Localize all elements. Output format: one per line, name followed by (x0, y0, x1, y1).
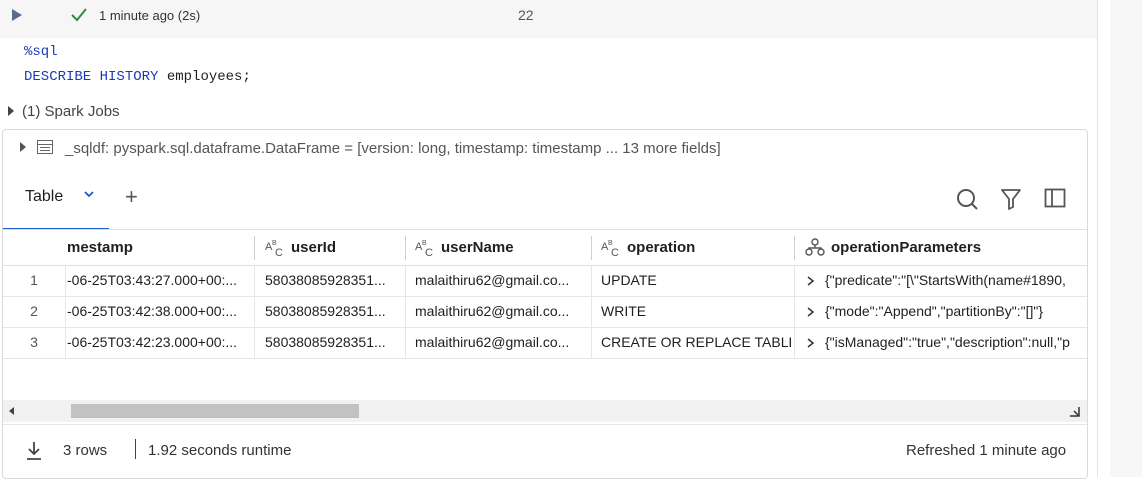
scrollbar-thumb[interactable] (71, 404, 359, 418)
cell-timestamp[interactable]: -06-25T03:43:27.000+00:... (67, 265, 249, 296)
execution-time: 1 minute ago (2s) (99, 8, 201, 23)
string-type-icon: A BC (415, 240, 433, 257)
cell-divider (254, 327, 255, 358)
cell-operationparameters[interactable]: {"mode":"Append","partitionBy":"[]"} (825, 296, 1087, 327)
svg-text:B: B (422, 240, 427, 247)
result-tabs: Table + (3, 170, 1087, 231)
cell-divider (591, 327, 592, 358)
row-number: 1 (30, 272, 38, 288)
cell-divider (794, 296, 795, 327)
footer-divider (135, 439, 136, 459)
cell-operation[interactable]: UPDATE (601, 265, 791, 296)
notebook-right-border (1097, 0, 1098, 477)
cell-divider (591, 296, 592, 327)
caret-right-icon (20, 142, 26, 152)
chevron-down-icon[interactable] (83, 190, 95, 198)
string-type-icon: A BC (601, 240, 619, 257)
resize-handle-icon[interactable] (1067, 404, 1081, 418)
cell-divider (405, 327, 406, 358)
tab-table[interactable]: Table (3, 170, 109, 231)
expand-chevron-icon[interactable] (807, 338, 815, 348)
cell-divider (65, 265, 66, 296)
cell-username[interactable]: malaithiru62@gmail.co... (415, 327, 587, 358)
scroll-left-arrow-icon[interactable] (9, 407, 15, 415)
cell-divider (794, 265, 795, 296)
tab-table-label: Table (25, 188, 64, 205)
column-divider[interactable] (405, 236, 406, 260)
keyword-describe: DESCRIBE (24, 69, 92, 85)
table-row[interactable]: 1 -06-25T03:43:27.000+00:... 58038085928… (3, 265, 1087, 297)
column-header-timestamp[interactable]: mestamp (67, 230, 247, 265)
cell-divider (254, 265, 255, 296)
check-icon (71, 8, 87, 22)
horizontal-scrollbar[interactable] (3, 400, 1087, 422)
filter-icon[interactable] (1000, 187, 1022, 211)
column-header-operation[interactable]: operation (627, 230, 787, 265)
cell-divider (65, 327, 66, 358)
dataframe-table-icon (37, 140, 53, 154)
cell-operationparameters[interactable]: {"isManaged":"true","description":null,"… (825, 327, 1087, 358)
cell-operation[interactable]: WRITE (601, 296, 791, 327)
expand-chevron-icon[interactable] (807, 307, 815, 317)
result-footer: 3 rows 1.92 seconds runtime Refreshed 1 … (3, 424, 1087, 478)
panel-layout-icon[interactable] (1044, 187, 1066, 209)
svg-text:C: C (611, 247, 619, 257)
column-header-operationparameters[interactable]: operationParameters (831, 230, 1087, 265)
svg-text:C: C (275, 247, 283, 257)
cell-username[interactable]: malaithiru62@gmail.co... (415, 265, 587, 296)
refreshed-text: Refreshed 1 minute ago (906, 442, 1067, 459)
cell-operation[interactable]: CREATE OR REPLACE TABLE (601, 327, 791, 358)
code-line-2: DESCRIBE HISTORY employees; (24, 69, 251, 85)
cell-userid[interactable]: 58038085928351... (265, 296, 401, 327)
svg-text:C: C (425, 247, 433, 257)
column-divider[interactable] (794, 236, 795, 260)
command-number: 22 (518, 7, 534, 23)
dataframe-schema-text: _sqldf: pyspark.sql.dataframe.DataFrame … (65, 140, 721, 157)
keyword-history: HISTORY (99, 69, 159, 85)
row-number: 2 (30, 303, 38, 319)
cell-divider (65, 296, 66, 327)
spark-jobs-label: (1) Spark Jobs (22, 103, 120, 120)
add-visualization-button[interactable]: + (125, 184, 138, 210)
column-divider[interactable] (254, 236, 255, 260)
cell-divider (794, 327, 795, 358)
result-panel: _sqldf: pyspark.sql.dataframe.DataFrame … (2, 129, 1088, 479)
string-type-icon: A BC (265, 240, 283, 257)
code-editor[interactable]: %sql DESCRIBE HISTORY employees; (0, 38, 1098, 90)
search-icon[interactable] (955, 187, 979, 211)
cell-operationparameters[interactable]: {"predicate":"[\"StartsWith(name#1890, (825, 265, 1087, 296)
cell-userid[interactable]: 58038085928351... (265, 265, 401, 296)
table-header: mestamp ABC userId ABC userName ABC oper… (3, 229, 1087, 266)
table-identifier: employees; (166, 69, 251, 85)
runtime-text: 1.92 seconds runtime (148, 442, 292, 459)
table-row[interactable]: 3 -06-25T03:42:23.000+00:... 58038085928… (3, 327, 1087, 359)
expand-chevron-icon[interactable] (807, 276, 815, 286)
cell-username[interactable]: malaithiru62@gmail.co... (415, 296, 587, 327)
svg-text:B: B (272, 240, 277, 247)
cell-timestamp[interactable]: -06-25T03:42:38.000+00:... (67, 296, 249, 327)
struct-type-icon (805, 238, 825, 256)
run-cell-icon[interactable] (10, 8, 24, 22)
magic-command: %sql (24, 44, 58, 60)
column-divider[interactable] (591, 236, 592, 260)
row-count: 3 rows (63, 442, 108, 459)
caret-right-icon (8, 106, 14, 116)
cell-divider (405, 296, 406, 327)
column-header-userid[interactable]: userId (291, 230, 401, 265)
cell-divider (405, 265, 406, 296)
download-icon[interactable] (25, 441, 43, 461)
svg-text:B: B (608, 240, 613, 247)
table-row[interactable]: 2 -06-25T03:42:38.000+00:... 58038085928… (3, 296, 1087, 328)
cell-timestamp[interactable]: -06-25T03:42:23.000+00:... (67, 327, 249, 358)
page-scrollbar-track[interactable] (1110, 0, 1142, 477)
column-header-username[interactable]: userName (441, 230, 586, 265)
cell-userid[interactable]: 58038085928351... (265, 327, 401, 358)
cell-divider (591, 265, 592, 296)
cell-divider (254, 296, 255, 327)
row-number: 3 (30, 334, 38, 350)
